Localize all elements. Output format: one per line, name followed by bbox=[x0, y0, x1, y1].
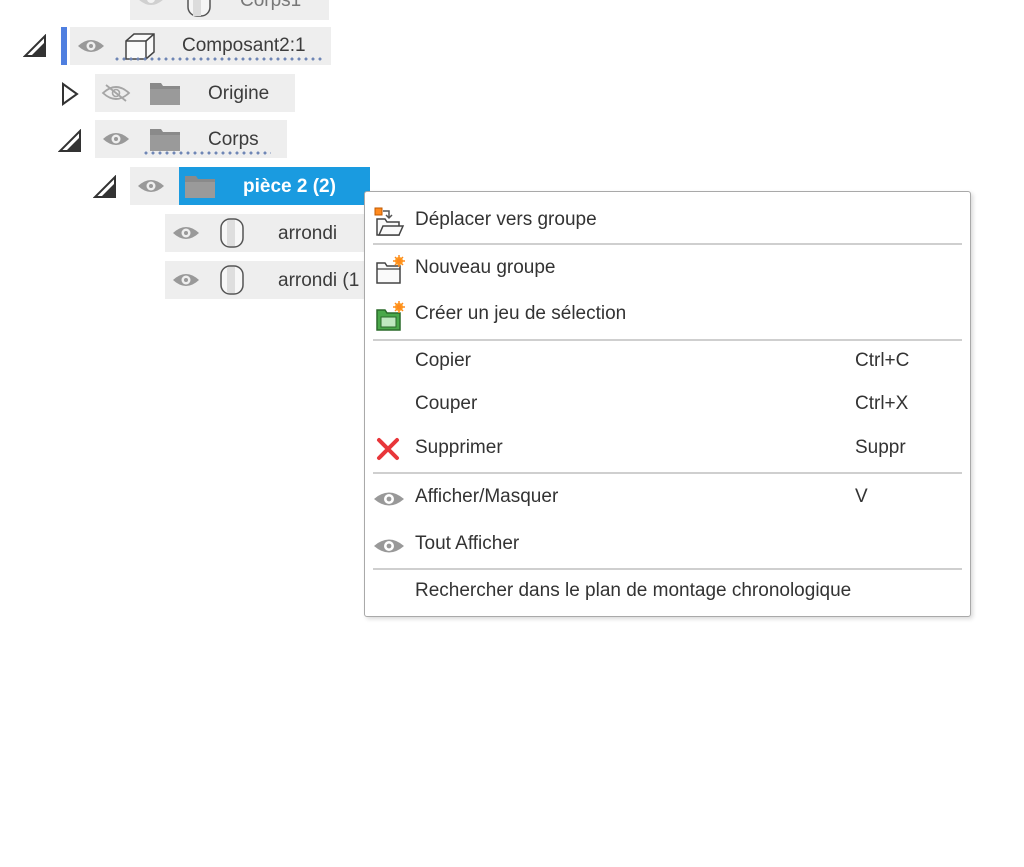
selection-set-icon bbox=[376, 301, 405, 331]
menu-label: Nouveau groupe bbox=[415, 257, 556, 278]
menu-separator bbox=[373, 339, 962, 341]
body-icon bbox=[187, 0, 211, 17]
link-underline bbox=[143, 151, 271, 156]
tree-row-arrondi-1[interactable]: arrondi (1 bbox=[165, 261, 365, 299]
tree-row-composant[interactable]: Composant2:1 bbox=[70, 27, 331, 65]
menu-item-new-group[interactable]: Nouveau groupe bbox=[365, 249, 970, 289]
menu-item-create-selection-set[interactable]: Créer un jeu de sélection bbox=[365, 295, 970, 335]
eye-icon bbox=[374, 539, 404, 553]
tree-label-piece: pièce 2 (2) bbox=[243, 176, 336, 197]
menu-shortcut: V bbox=[855, 486, 868, 507]
body-icon bbox=[220, 265, 244, 295]
delete-x-icon bbox=[377, 438, 399, 460]
menu-item-cut[interactable]: Couper Ctrl+X bbox=[365, 385, 970, 425]
collapse-triangle-composant[interactable] bbox=[22, 33, 48, 59]
menu-label: Tout Afficher bbox=[415, 533, 520, 554]
menu-item-move-to-group[interactable]: Déplacer vers groupe bbox=[365, 201, 970, 241]
tree-row-piece[interactable]: pièce 2 (2) bbox=[130, 167, 370, 205]
tree-row-corps1[interactable]: Corps1 bbox=[130, 0, 329, 20]
eye-icon[interactable] bbox=[171, 224, 201, 242]
folder-icon bbox=[185, 176, 215, 198]
menu-shortcut: Suppr bbox=[855, 437, 906, 458]
eye-icon[interactable] bbox=[101, 130, 131, 148]
menu-label: Créer un jeu de sélection bbox=[415, 303, 627, 324]
eye-hidden-icon[interactable] bbox=[101, 84, 131, 102]
tree-label-corps1: Corps1 bbox=[240, 0, 302, 11]
move-to-folder-icon bbox=[374, 207, 405, 236]
tree-row-arrondi[interactable]: arrondi bbox=[165, 214, 365, 252]
menu-label: Afficher/Masquer bbox=[415, 486, 559, 507]
context-menu: Déplacer vers groupe Nouveau groupe Crée… bbox=[364, 191, 971, 617]
menu-separator bbox=[373, 243, 962, 245]
menu-separator bbox=[373, 472, 962, 474]
tree-label-arrondi-1: arrondi (1 bbox=[278, 270, 360, 291]
tree-label-origine: Origine bbox=[208, 83, 270, 104]
menu-separator bbox=[373, 568, 962, 570]
eye-icon[interactable] bbox=[136, 177, 166, 195]
menu-shortcut: Ctrl+X bbox=[855, 393, 909, 414]
component-accent-bar bbox=[61, 27, 67, 65]
menu-label: Supprimer bbox=[415, 437, 503, 458]
link-underline bbox=[114, 57, 324, 62]
menu-shortcut: Ctrl+C bbox=[855, 350, 910, 371]
new-folder-icon bbox=[376, 255, 405, 284]
tree-row-corps[interactable]: Corps bbox=[95, 120, 287, 158]
eye-icon[interactable] bbox=[76, 37, 106, 55]
folder-icon bbox=[150, 83, 180, 105]
folder-icon bbox=[150, 129, 180, 151]
menu-item-show-all[interactable]: Tout Afficher bbox=[365, 525, 970, 565]
collapse-triangle-piece[interactable] bbox=[92, 174, 118, 200]
menu-label: Déplacer vers groupe bbox=[415, 209, 597, 230]
menu-label: Copier bbox=[415, 350, 471, 371]
menu-item-find-in-timeline[interactable]: Rechercher dans le plan de montage chron… bbox=[365, 572, 970, 612]
expand-triangle-origine[interactable] bbox=[57, 81, 83, 107]
tree-label-composant: Composant2:1 bbox=[182, 35, 306, 56]
collapse-triangle-corps[interactable] bbox=[57, 128, 83, 154]
tree-label-corps: Corps bbox=[208, 129, 259, 150]
tree-label-arrondi: arrondi bbox=[278, 223, 338, 244]
menu-label: Couper bbox=[415, 393, 478, 414]
eye-icon[interactable] bbox=[171, 271, 201, 289]
tree-row-origine[interactable]: Origine bbox=[95, 74, 295, 112]
eye-icon[interactable] bbox=[136, 0, 166, 8]
menu-label: Rechercher dans le plan de montage chron… bbox=[415, 580, 852, 601]
menu-item-show-hide[interactable]: Afficher/Masquer V bbox=[365, 478, 970, 518]
eye-icon bbox=[374, 492, 404, 506]
menu-item-delete[interactable]: Supprimer Suppr bbox=[365, 429, 970, 469]
body-icon bbox=[220, 218, 244, 248]
menu-item-copy[interactable]: Copier Ctrl+C bbox=[365, 342, 970, 382]
